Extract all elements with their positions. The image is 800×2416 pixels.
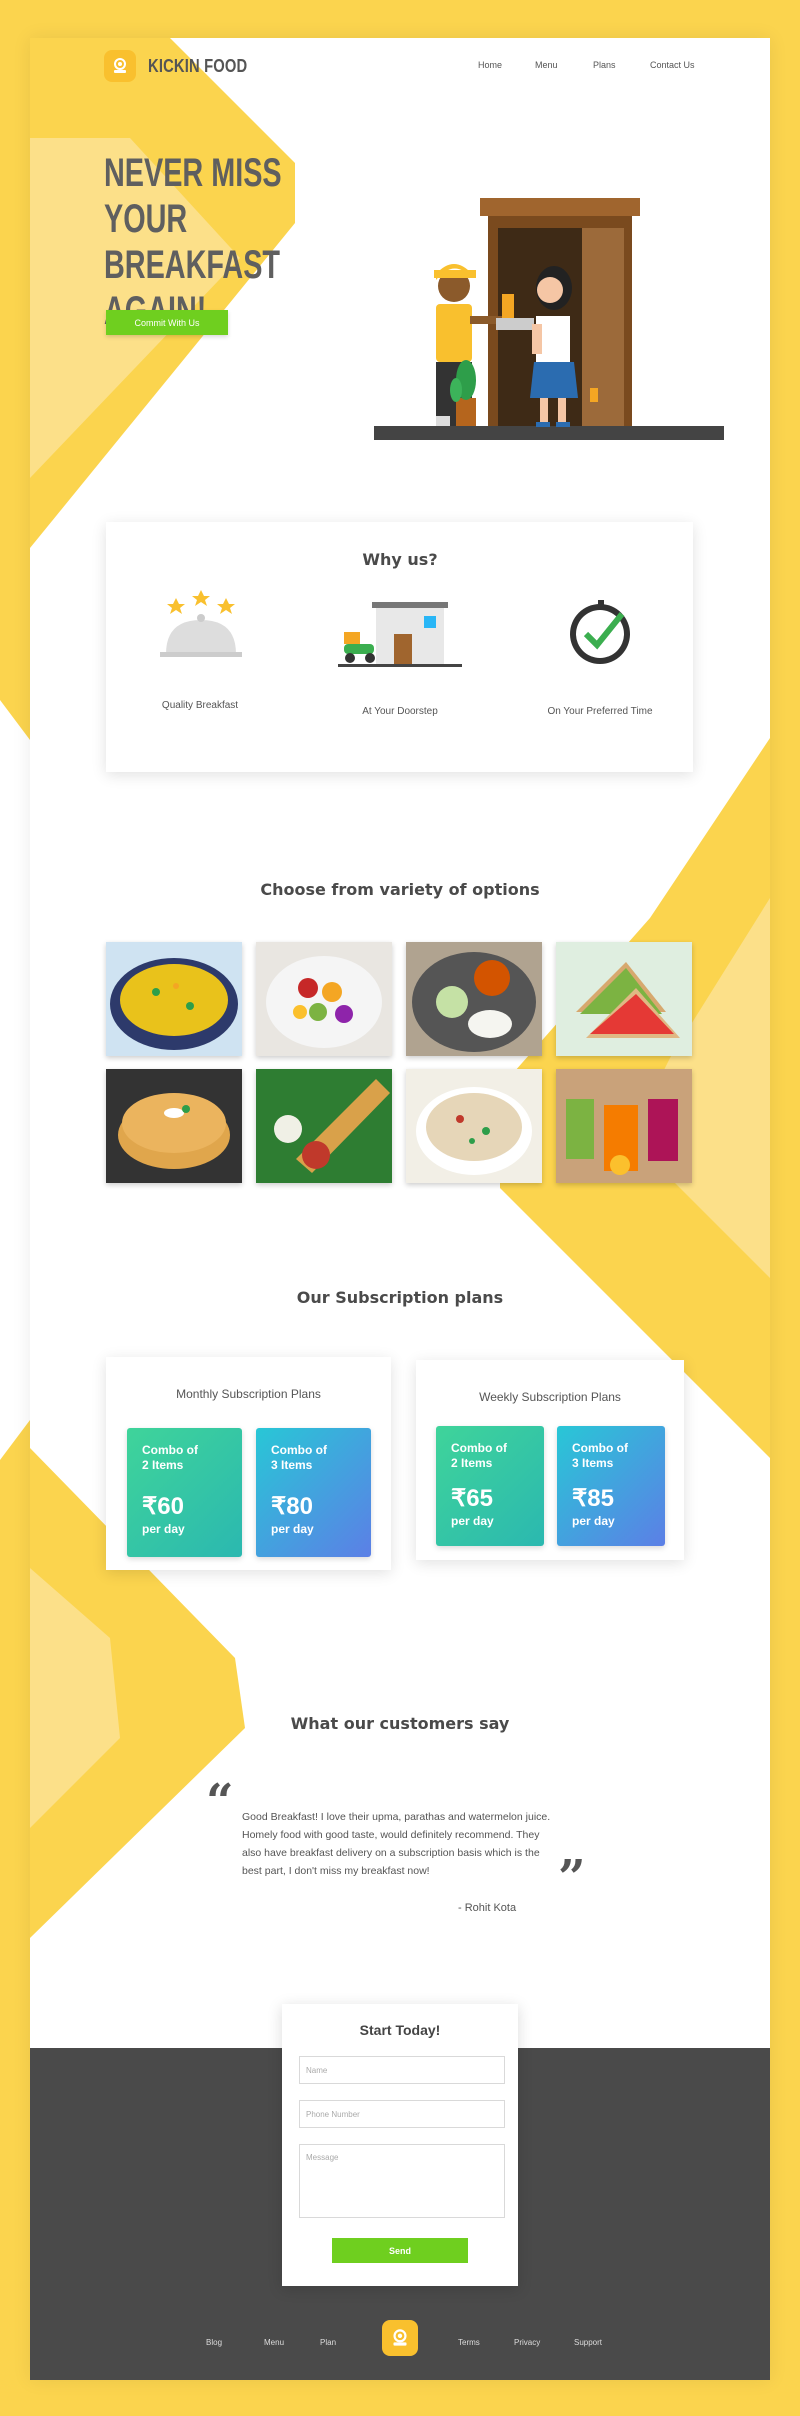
nav-home[interactable]: Home bbox=[478, 60, 502, 70]
phone-field[interactable] bbox=[299, 2100, 505, 2128]
nav-contact[interactable]: Contact Us bbox=[650, 60, 695, 70]
tile-price: ₹60 bbox=[142, 1493, 184, 1520]
footer-link-menu[interactable]: Menu bbox=[264, 2338, 284, 2347]
hero-title: NEVER MISS YOUR BREAKFAST AGAIN! bbox=[104, 150, 334, 334]
form-title: Start Today! bbox=[359, 2022, 441, 2038]
plan-card-title: Monthly Subscription Plans bbox=[176, 1387, 321, 1401]
tile-combo: Combo of 3 Items bbox=[572, 1441, 628, 1470]
message-field[interactable] bbox=[299, 2144, 505, 2218]
open-quote-icon: “ bbox=[206, 1774, 234, 1830]
hero-delivery-illustration bbox=[374, 198, 724, 440]
food-sandwich-image[interactable] bbox=[556, 942, 692, 1056]
send-button[interactable]: Send bbox=[332, 2238, 468, 2263]
tile-combo: Combo of 2 Items bbox=[451, 1441, 507, 1470]
tile-price: ₹80 bbox=[271, 1493, 313, 1520]
delivery-shop-icon bbox=[338, 602, 462, 667]
food-poha-image[interactable] bbox=[106, 942, 242, 1056]
testimonial-text: Good Breakfast! I love their upma, parat… bbox=[242, 1811, 551, 1877]
clock-check-icon bbox=[570, 600, 630, 664]
brand-logo-icon[interactable] bbox=[104, 50, 136, 82]
why-item-label: Quality Breakfast bbox=[161, 700, 239, 711]
name-field[interactable] bbox=[299, 2056, 505, 2084]
food-upma-image[interactable] bbox=[406, 1069, 542, 1183]
tile-combo: Combo of 3 Items bbox=[271, 1443, 327, 1472]
footer-link-blog[interactable]: Blog bbox=[206, 2338, 222, 2347]
close-quote-icon: ” bbox=[558, 1850, 586, 1906]
tile-combo: Combo of 2 Items bbox=[142, 1443, 198, 1472]
food-idli-sambar-image[interactable] bbox=[406, 942, 542, 1056]
signup-form: Start Today! Send bbox=[282, 2004, 518, 2286]
testimonials-title: What our customers say bbox=[290, 1714, 510, 1733]
footer-logo-icon[interactable] bbox=[382, 2320, 418, 2356]
plan-card-title: Weekly Subscription Plans bbox=[479, 1390, 621, 1404]
food-fruit-salad-image[interactable] bbox=[256, 942, 392, 1056]
site-header: KICKIN FOOD Home Menu Plans Contact Us bbox=[30, 38, 770, 108]
food-dosa-image[interactable] bbox=[256, 1069, 392, 1183]
why-us-title: Why us? bbox=[362, 550, 438, 569]
why-item-label: On Your Preferred Time bbox=[547, 706, 653, 717]
why-item-label: At Your Doorstep bbox=[362, 706, 438, 717]
options-title: Choose from variety of options bbox=[260, 880, 540, 899]
weekly-plan-card: Weekly Subscription Plans Combo of 2 Item… bbox=[416, 1360, 684, 1560]
footer-link-terms[interactable]: Terms bbox=[458, 2338, 480, 2347]
food-paratha-image[interactable] bbox=[106, 1069, 242, 1183]
brand-name[interactable]: KICKIN FOOD bbox=[148, 56, 247, 77]
cloche-icon bbox=[160, 590, 242, 657]
page-canvas: KICKIN FOOD Home Menu Plans Contact Us N… bbox=[30, 38, 770, 2380]
tile-price: ₹85 bbox=[572, 1485, 614, 1512]
footer-link-support[interactable]: Support bbox=[574, 2338, 602, 2347]
nav-plans[interactable]: Plans bbox=[593, 60, 616, 70]
footer-link-privacy[interactable]: Privacy bbox=[514, 2338, 540, 2347]
testimonial-author: - Rohit Kota bbox=[458, 1902, 517, 1914]
plan-tile[interactable]: Combo of 2 Items ₹65 per day bbox=[436, 1426, 544, 1546]
tile-price: ₹65 bbox=[451, 1485, 493, 1512]
plan-tile[interactable]: Combo of 3 Items ₹85 per day bbox=[557, 1426, 665, 1546]
tile-per-day: per day bbox=[142, 1522, 185, 1536]
footer-link-plan[interactable]: Plan bbox=[320, 2338, 336, 2347]
tile-per-day: per day bbox=[271, 1522, 314, 1536]
tile-per-day: per day bbox=[451, 1514, 494, 1528]
hero-title-line: BREAKFAST bbox=[104, 243, 281, 287]
plan-tile[interactable]: Combo of 2 Items ₹60 per day bbox=[127, 1428, 242, 1557]
monthly-plan-card: Monthly Subscription Plans Combo of 2 Ite… bbox=[106, 1357, 391, 1570]
food-juices-image[interactable] bbox=[556, 1069, 692, 1183]
plan-tile[interactable]: Combo of 3 Items ₹80 per day bbox=[256, 1428, 371, 1557]
tile-per-day: per day bbox=[572, 1514, 615, 1528]
hero-title-line: NEVER MISS YOUR bbox=[104, 151, 282, 241]
commit-button[interactable]: Commit With Us bbox=[106, 310, 228, 335]
plans-title: Our Subscription plans bbox=[296, 1288, 504, 1307]
nav-menu[interactable]: Menu bbox=[535, 60, 558, 70]
